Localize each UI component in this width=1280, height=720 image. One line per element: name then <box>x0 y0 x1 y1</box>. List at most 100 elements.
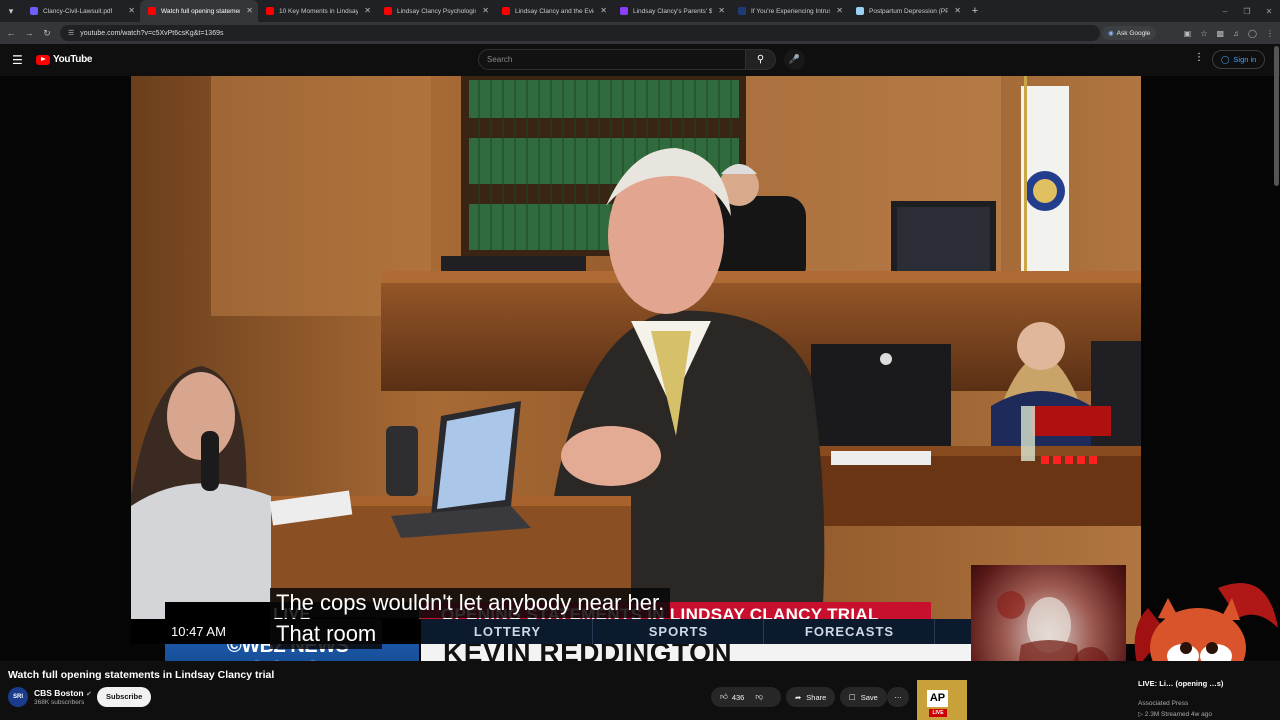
recommended-video-thumbnail[interactable]: AP LIVE <box>917 680 967 720</box>
search-input[interactable]: Search <box>478 49 746 70</box>
browser-tab[interactable]: Postpartum Depression (PPD) ✕ <box>848 0 966 22</box>
browser-tab[interactable]: Clancy-Civil-Lawsuit.pdf ✕ <box>22 0 140 22</box>
tab-favicon-icon <box>30 7 38 15</box>
dislike-button[interactable]: 👎︎ <box>755 692 763 702</box>
bookmark-icon: ☐ <box>849 692 856 702</box>
ask-google-label: Ask Google <box>1116 29 1151 37</box>
tab-close-icon[interactable]: ✕ <box>718 6 725 15</box>
more-icon: ⋯ <box>894 692 902 702</box>
close-window-icon[interactable]: ✕ <box>1258 7 1280 16</box>
tab-label: Clancy-Civil-Lawsuit.pdf <box>43 7 113 15</box>
tab-label: Postpartum Depression (PPD) <box>869 7 948 15</box>
news-ticker: 10:47 AM LOTTERY SPORTS FORECASTS <box>131 619 971 644</box>
like-dislike-group: 👍︎ 436 👎︎ <box>711 687 781 707</box>
ticker-item-sports: SPORTS <box>594 619 764 644</box>
microphone-icon: 🎤 <box>788 54 801 64</box>
tab-favicon-icon <box>620 7 628 15</box>
channel-name[interactable]: CBS Boston ✔ <box>34 688 92 698</box>
thumbs-down-icon: 👎︎ <box>755 692 763 701</box>
minimize-icon[interactable]: – <box>1214 7 1236 16</box>
sign-in-button[interactable]: ◯ Sign in <box>1212 50 1266 69</box>
browser-tab-strip: ▾ Clancy-Civil-Lawsuit.pdf ✕ Watch full op… <box>0 0 1280 22</box>
tab-search-icon[interactable]: ▾ <box>0 0 22 22</box>
tab-list: Clancy-Civil-Lawsuit.pdf ✕ Watch full open… <box>22 0 966 22</box>
youtube-play-icon <box>36 54 50 65</box>
tab-close-icon[interactable]: ✕ <box>600 6 607 15</box>
browser-tab[interactable]: Watch full opening statements ✕ <box>140 0 258 22</box>
voice-search-button[interactable]: 🎤 <box>784 49 805 70</box>
tab-close-icon[interactable]: ✕ <box>128 6 135 15</box>
thumbs-up-icon: 👍︎ <box>720 692 728 701</box>
share-icon: ➦ <box>795 692 802 702</box>
forward-icon[interactable]: → <box>20 28 38 38</box>
browser-tab[interactable]: Lindsay Clancy's Parents' $1 Mi ✕ <box>612 0 730 22</box>
browser-tab[interactable]: If You're Experiencing Intrusive ✕ <box>730 0 848 22</box>
tab-label: Lindsay Clancy and the Evidenc <box>515 7 594 15</box>
more-actions-button[interactable]: ⋯ <box>887 687 909 707</box>
sign-in-label: Sign in <box>1233 55 1257 64</box>
youtube-header: ☰ YouTube Search ⚲ 🎤 ⋮ ◯ Sign in <box>0 44 1280 76</box>
media-controls-icon[interactable]: ♫ <box>1233 29 1239 38</box>
tab-close-icon[interactable]: ✕ <box>954 6 961 15</box>
tab-favicon-icon <box>384 7 392 15</box>
url-field[interactable]: ☰ youtube.com/watch?v=c5XvPt6csKg&t=1369… <box>60 25 1100 41</box>
youtube-logo[interactable]: YouTube <box>36 54 93 65</box>
ap-logo: AP <box>927 690 948 707</box>
tab-label: 10 Key Moments in Lindsay Cla <box>279 7 358 15</box>
like-count: 436 <box>731 692 745 702</box>
tab-label: If You're Experiencing Intrusive <box>751 7 830 15</box>
verified-icon: ✔ <box>85 691 92 698</box>
recommended-live-badge: LIVE <box>929 709 947 717</box>
browser-menu-icon[interactable]: ⋮ <box>1266 29 1274 38</box>
tab-label: Lindsay Clancy's Parents' $1 Mi <box>633 7 712 15</box>
back-icon[interactable]: ← <box>2 28 20 38</box>
tab-close-icon[interactable]: ✕ <box>364 6 371 15</box>
share-label: Share <box>806 692 827 702</box>
address-bar-row: ← → ↻ ☰ youtube.com/watch?v=c5XvPt6csKg&… <box>0 22 1280 44</box>
page-scrollbar[interactable] <box>1274 46 1279 186</box>
video-title: Watch full opening statements in Lindsay… <box>8 669 275 681</box>
caption-line-1: The cops wouldn't let anybody near her. <box>270 588 671 618</box>
tab-label: Lindsay Clancy Psychologist Di <box>397 7 476 15</box>
browser-tab[interactable]: 10 Key Moments in Lindsay Cla ✕ <box>258 0 376 22</box>
bookmark-star-icon[interactable]: ☆ <box>1200 29 1207 38</box>
ticker-item-forecasts: FORECASTS <box>765 619 935 644</box>
video-player[interactable] <box>131 76 1141 644</box>
tab-favicon-icon <box>502 7 510 15</box>
restore-icon[interactable]: ❐ <box>1236 7 1258 16</box>
profile-icon[interactable]: ◯ <box>1248 29 1257 38</box>
channel-name-text: CBS Boston <box>34 688 84 698</box>
browser-tab[interactable]: Lindsay Clancy Psychologist Di ✕ <box>376 0 494 22</box>
subscriber-count: 368K subscribers <box>34 699 85 706</box>
settings-menu-icon[interactable]: ⋮ <box>1194 52 1204 63</box>
new-tab-button[interactable]: + <box>966 5 984 17</box>
extensions-icon[interactable]: ▩ <box>1216 29 1224 38</box>
youtube-wordmark: YouTube <box>53 54 93 65</box>
save-label: Save <box>860 692 878 702</box>
tab-close-icon[interactable]: ✕ <box>482 6 489 15</box>
like-button[interactable]: 👍︎ 436 <box>720 692 744 702</box>
guide-menu-icon[interactable]: ☰ <box>12 53 23 67</box>
tab-close-icon[interactable]: ✕ <box>246 6 253 15</box>
reload-icon[interactable]: ↻ <box>38 28 56 39</box>
tab-favicon-icon <box>738 7 746 15</box>
install-app-icon[interactable]: ▣ <box>1184 29 1192 38</box>
save-button[interactable]: ☐ Save <box>840 687 887 707</box>
share-button[interactable]: ➦ Share <box>786 687 836 707</box>
recommended-video-title[interactable]: LIVE: Li… (opening …s) <box>1138 679 1238 689</box>
site-info-icon[interactable]: ☰ <box>68 29 74 37</box>
channel-avatar[interactable]: SRI <box>8 687 28 707</box>
browser-tab[interactable]: Lindsay Clancy and the Evidenc ✕ <box>494 0 612 22</box>
tab-close-icon[interactable]: ✕ <box>836 6 843 15</box>
courtroom-scene <box>131 76 1141 644</box>
window-controls: – ❐ ✕ <box>1214 0 1280 22</box>
search-button[interactable]: ⚲ <box>746 49 776 70</box>
subscribe-button[interactable]: Subscribe <box>97 687 152 707</box>
google-lens-icon: ◉ <box>1108 30 1114 37</box>
ticker-item-lottery: LOTTERY <box>423 619 593 644</box>
browser-toolbar-icons: ▣ ☆ ▩ ♫ ◯ ⋮ <box>1184 22 1274 44</box>
recommended-channel-name[interactable]: Associated Press <box>1138 700 1188 707</box>
video-info-area: Watch full opening statements in Lindsay… <box>0 661 1280 720</box>
tab-favicon-icon <box>266 7 274 15</box>
ask-google-button[interactable]: ◉ Ask Google <box>1102 26 1157 40</box>
